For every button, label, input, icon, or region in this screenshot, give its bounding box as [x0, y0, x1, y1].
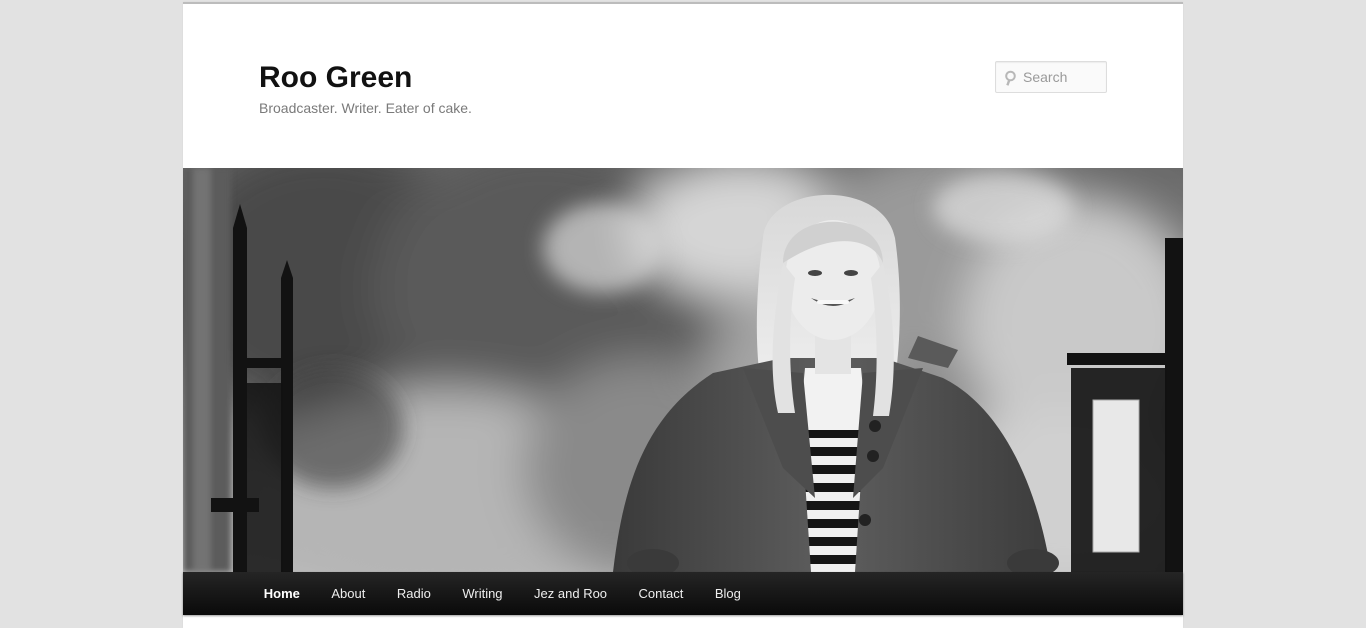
search-form: [995, 61, 1107, 93]
nav-link-about[interactable]: About: [316, 572, 381, 615]
site-header: Roo Green Broadcaster. Writer. Eater of …: [183, 4, 1183, 168]
nav-link-writing[interactable]: Writing: [447, 572, 519, 615]
main-navigation: Home About Radio Writing Jez and Roo Con…: [183, 572, 1183, 615]
page-container: Roo Green Broadcaster. Writer. Eater of …: [183, 2, 1183, 628]
site-title-link[interactable]: Roo Green: [259, 60, 412, 96]
search-icon: [1005, 70, 1016, 86]
nav-link-radio[interactable]: Radio: [381, 572, 446, 615]
search-input[interactable]: [1023, 62, 1103, 92]
nav-item: Jez and Roo: [518, 572, 623, 615]
header-image: [183, 168, 1183, 572]
nav-menu: Home About Radio Writing Jez and Roo Con…: [183, 572, 1183, 615]
nav-item: Radio: [381, 572, 446, 615]
nav-link-home[interactable]: Home: [248, 572, 316, 615]
nav-item: Writing: [447, 572, 519, 615]
nav-item: Contact: [623, 572, 699, 615]
nav-item: Blog: [699, 572, 757, 615]
nav-link-jez-and-roo[interactable]: Jez and Roo: [518, 572, 623, 615]
site-description: Broadcaster. Writer. Eater of cake.: [259, 100, 472, 116]
nav-link-blog[interactable]: Blog: [699, 572, 757, 615]
nav-item: Home: [248, 572, 316, 615]
nav-link-contact[interactable]: Contact: [623, 572, 699, 615]
nav-item: About: [316, 572, 381, 615]
